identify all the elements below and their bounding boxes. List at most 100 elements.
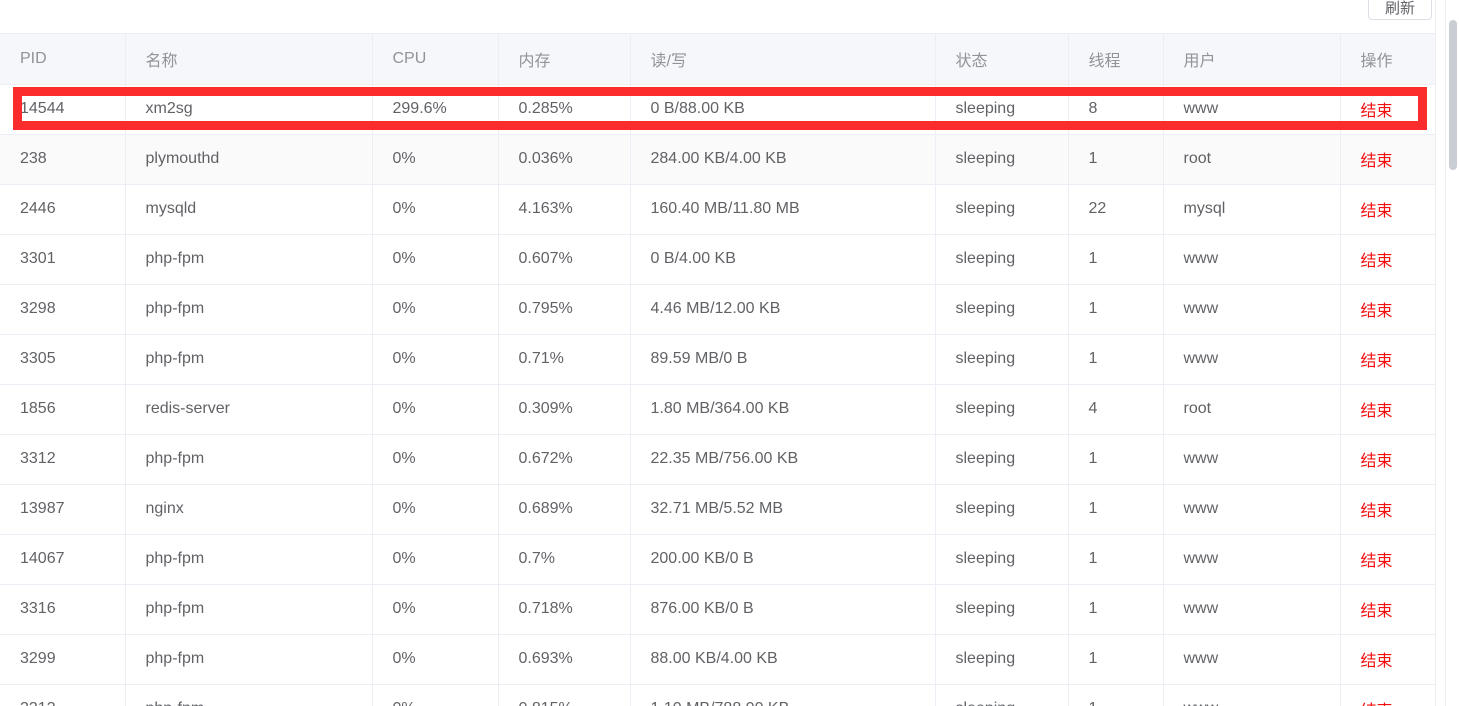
page-scrollbar-thumb[interactable] — [1449, 20, 1457, 170]
cell-pid: 1856 — [0, 384, 126, 435]
cell-cpu: 0% — [372, 484, 499, 535]
kill-process-link[interactable]: 结束 — [1361, 353, 1393, 370]
cell-threads: 1 — [1068, 284, 1164, 335]
column-header-memory[interactable]: 内存 — [498, 34, 631, 85]
cell-state: sleeping — [935, 134, 1069, 185]
kill-process-link[interactable]: 结束 — [1361, 603, 1393, 620]
cell-cpu: 0% — [372, 234, 499, 285]
cell-state: sleeping — [935, 634, 1069, 685]
cell-readwrite: 0 B/88.00 KB — [630, 84, 936, 135]
kill-process-link[interactable]: 结束 — [1361, 103, 1393, 120]
column-header-cpu[interactable]: CPU — [372, 34, 499, 85]
table-row[interactable]: 238 plymouthd 0% 0.036% 284.00 KB/4.00 KB sle… — [0, 134, 1435, 185]
table-row[interactable]: 14067 php-fpm 0% 0.7% 200.00 KB/0 Bsleeping 1… — [0, 534, 1435, 585]
table-row[interactable]: 3312 php-fpm 0% 0.672% 22.35 MB/756.00 KB sle… — [0, 434, 1435, 485]
kill-process-link[interactable]: 结束 — [1361, 553, 1393, 570]
kill-process-link[interactable]: 结束 — [1361, 203, 1393, 220]
kill-process-link[interactable]: 结束 — [1361, 453, 1393, 470]
cell-readwrite: 284.00 KB/4.00 KB — [630, 134, 936, 185]
cell-memory: 0.672% — [498, 434, 631, 485]
page-scrollbar-track[interactable] — [1445, 0, 1459, 706]
cell-action: 结束 — [1340, 584, 1435, 635]
table-row[interactable]: 2446 mysqld 0% 4.163% 160.40 MB/11.80 MB slee… — [0, 184, 1435, 235]
refresh-button[interactable]: 刷新 — [1368, 0, 1432, 20]
cell-action: 结束 — [1340, 684, 1435, 706]
cell-memory: 4.163% — [498, 184, 631, 235]
kill-process-link[interactable]: 结束 — [1361, 153, 1393, 170]
table-row[interactable]: 13987 nginx 0% 0.689% 32.71 MB/5.52 MB sleepi… — [0, 484, 1435, 535]
column-header-readwrite[interactable]: 读/写 — [630, 34, 936, 85]
cell-pid: 3316 — [0, 584, 126, 635]
cell-threads: 1 — [1068, 484, 1164, 535]
cell-user: www — [1163, 484, 1341, 535]
kill-process-link[interactable]: 结束 — [1361, 403, 1393, 420]
cell-cpu: 0% — [372, 334, 499, 385]
cell-readwrite: 22.35 MB/756.00 KB — [630, 434, 936, 485]
table-row[interactable]: 1856 redis-server 0% 0.309% 1.80 MB/364.00 K… — [0, 384, 1435, 435]
toolbar: 刷新 — [0, 0, 1435, 33]
table-row[interactable]: 3305 php-fpm 0% 0.71% 89.59 MB/0 Bsleeping 1 w… — [0, 334, 1435, 385]
cell-name: php-fpm — [125, 534, 373, 585]
cell-pid: 3313 — [0, 684, 126, 706]
column-header-user[interactable]: 用户 — [1163, 34, 1341, 85]
cell-state: sleeping — [935, 584, 1069, 635]
cell-pid: 13987 — [0, 484, 126, 535]
column-header-name[interactable]: 名称 — [125, 34, 373, 85]
table-row[interactable]: 3316 php-fpm 0% 0.718% 876.00 KB/0 Bsleeping… — [0, 584, 1435, 635]
kill-process-link[interactable]: 结束 — [1361, 503, 1393, 520]
cell-action: 结束 — [1340, 234, 1435, 285]
kill-process-link[interactable]: 结束 — [1361, 653, 1393, 670]
cell-memory: 0.285% — [498, 84, 631, 135]
cell-readwrite: 1.10 MB/788.00 KB — [630, 684, 936, 706]
cell-cpu: 0% — [372, 534, 499, 585]
cell-cpu: 0% — [372, 134, 499, 185]
table-row[interactable]: 3301 php-fpm 0% 0.607% 0 B/4.00 KB sleeping 1 w… — [0, 234, 1435, 285]
table-body: 14544 xm2sg 299.6% 0.285% 0 B/88.00 KB sleepi… — [0, 84, 1435, 706]
cell-state: sleeping — [935, 434, 1069, 485]
cell-cpu: 0% — [372, 584, 499, 635]
cell-action: 结束 — [1340, 484, 1435, 535]
cell-pid: 14544 — [0, 84, 126, 135]
process-table-container[interactable]: PID 名称 CPU 内存 读/写 状态 线程 用户 操作 14544 xm2sg… — [0, 33, 1436, 706]
table-row[interactable]: 3298 php-fpm 0% 0.795% 4.46 MB/12.00 KB sleep… — [0, 284, 1435, 335]
cell-user: mysql — [1163, 184, 1341, 235]
cell-cpu: 0% — [372, 434, 499, 485]
cell-state: sleeping — [935, 484, 1069, 535]
cell-name: plymouthd — [125, 134, 373, 185]
cell-action: 结束 — [1340, 284, 1435, 335]
kill-process-link[interactable]: 结束 — [1361, 253, 1393, 270]
cell-threads: 8 — [1068, 84, 1164, 135]
cell-pid: 3299 — [0, 634, 126, 685]
cell-memory: 0.036% — [498, 134, 631, 185]
column-header-state[interactable]: 状态 — [935, 34, 1069, 85]
cell-readwrite: 89.59 MB/0 B — [630, 334, 936, 385]
column-header-threads[interactable]: 线程 — [1068, 34, 1164, 85]
cell-pid: 2446 — [0, 184, 126, 235]
cell-cpu: 0% — [372, 184, 499, 235]
cell-pid: 14067 — [0, 534, 126, 585]
cell-cpu: 0% — [372, 384, 499, 435]
table-row[interactable]: 14544 xm2sg 299.6% 0.285% 0 B/88.00 KB sleepi… — [0, 84, 1435, 135]
cell-threads: 1 — [1068, 134, 1164, 185]
cell-memory: 0.71% — [498, 334, 631, 385]
cell-readwrite: 0 B/4.00 KB — [630, 234, 936, 285]
cell-action: 结束 — [1340, 184, 1435, 235]
table-row[interactable]: 3313php-fpm0%0.815%1.10 MB/788.00 KBslee… — [0, 684, 1435, 706]
column-header-pid[interactable]: PID — [0, 34, 126, 85]
cell-readwrite: 200.00 KB/0 B — [630, 534, 936, 585]
table-header: PID 名称 CPU 内存 读/写 状态 线程 用户 操作 — [0, 34, 1435, 85]
table-row[interactable]: 3299 php-fpm 0% 0.693% 88.00 KB/4.00 KB sleep… — [0, 634, 1435, 685]
cell-name: redis-server — [125, 384, 373, 435]
panel-right-divider — [1435, 0, 1436, 706]
cell-memory: 0.718% — [498, 584, 631, 635]
cell-pid: 3301 — [0, 234, 126, 285]
cell-pid: 3305 — [0, 334, 126, 385]
cell-memory: 0.795% — [498, 284, 631, 335]
cell-action: 结束 — [1340, 634, 1435, 685]
cell-threads: 22 — [1068, 184, 1164, 235]
cell-state: sleeping — [935, 684, 1069, 706]
kill-process-link[interactable]: 结束 — [1361, 303, 1393, 320]
cell-user: www — [1163, 634, 1341, 685]
cell-user: root — [1163, 384, 1341, 435]
column-header-action[interactable]: 操作 — [1340, 34, 1435, 85]
